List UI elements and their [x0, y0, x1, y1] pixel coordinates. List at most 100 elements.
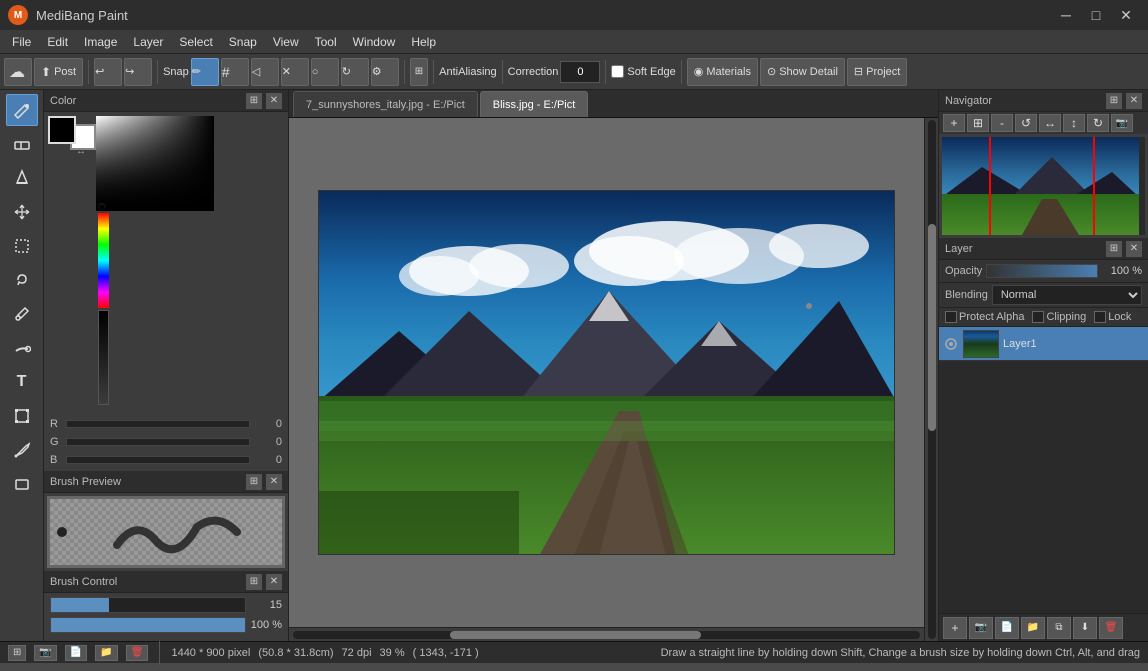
- move-tool[interactable]: [6, 196, 38, 228]
- snap-settings-button[interactable]: ⚙: [371, 58, 399, 86]
- text-tool[interactable]: T: [6, 366, 38, 398]
- clipping-checkbox[interactable]: [1032, 311, 1044, 323]
- layer-panel-popout[interactable]: ⊞: [1106, 241, 1122, 257]
- brush-opacity-slider[interactable]: [50, 617, 246, 633]
- post-button[interactable]: ⬆ Post: [34, 58, 83, 86]
- layer-visibility-layer1[interactable]: [943, 336, 959, 352]
- menu-layer[interactable]: Layer: [125, 33, 171, 51]
- brush-preview-close[interactable]: ✕: [266, 474, 282, 490]
- undo-button[interactable]: ↩: [94, 58, 122, 86]
- nav-rotate-cw[interactable]: ↻: [1087, 114, 1109, 132]
- maximize-button[interactable]: □: [1082, 5, 1110, 25]
- lasso-tool[interactable]: [6, 264, 38, 296]
- fill-tool[interactable]: [6, 162, 38, 194]
- eyedropper-tool[interactable]: [6, 298, 38, 330]
- brush-control-close[interactable]: ✕: [266, 574, 282, 590]
- opacity-slider[interactable]: [986, 264, 1098, 278]
- layer-import-btn[interactable]: 📄: [995, 617, 1019, 639]
- tab-sunnyshores[interactable]: 7_sunnyshores_italy.jpg - E:/Pict: [293, 91, 478, 117]
- nav-flip-h[interactable]: ↔: [1039, 114, 1061, 132]
- status-new-btn[interactable]: ⊞: [8, 645, 26, 661]
- menu-tool[interactable]: Tool: [307, 33, 345, 51]
- snap-circle-button[interactable]: ○: [311, 58, 339, 86]
- show-detail-button[interactable]: ⊙ Show Detail: [760, 58, 845, 86]
- project-button[interactable]: ⊟ Project: [847, 58, 907, 86]
- protect-alpha-checkbox[interactable]: [945, 311, 957, 323]
- brush-size-slider[interactable]: [50, 597, 246, 613]
- nav-screenshot[interactable]: 📷: [1111, 114, 1133, 132]
- nav-reset[interactable]: ↺: [1015, 114, 1037, 132]
- eraser-tool[interactable]: [6, 128, 38, 160]
- layer-folder-btn[interactable]: 📁: [1021, 617, 1045, 639]
- tab-bliss[interactable]: Bliss.jpg - E:/Pict: [480, 91, 589, 117]
- layer-camera-btn[interactable]: 📷: [969, 617, 993, 639]
- menu-select[interactable]: Select: [171, 33, 220, 51]
- nav-zoom-out[interactable]: -: [991, 114, 1013, 132]
- blue-slider[interactable]: [66, 456, 250, 464]
- menu-file[interactable]: File: [4, 33, 39, 51]
- snap-arrow-button[interactable]: ◁: [251, 58, 279, 86]
- select-tool[interactable]: [6, 230, 38, 262]
- vscroll-track[interactable]: [928, 120, 936, 639]
- menu-image[interactable]: Image: [76, 33, 125, 51]
- shape-tool[interactable]: [6, 468, 38, 500]
- brush-tool[interactable]: [6, 94, 38, 126]
- menu-edit[interactable]: Edit: [39, 33, 76, 51]
- layer-panel-close[interactable]: ✕: [1126, 241, 1142, 257]
- menu-help[interactable]: Help: [403, 33, 444, 51]
- navigator-close[interactable]: ✕: [1126, 93, 1142, 109]
- snap-cross-button[interactable]: ✕: [281, 58, 309, 86]
- layer-delete-btn[interactable]: 🗑: [1099, 617, 1123, 639]
- layer-item-layer1[interactable]: Layer1: [939, 327, 1148, 361]
- redo-button[interactable]: ↪: [124, 58, 152, 86]
- snap-rotate-button[interactable]: ↻: [341, 58, 369, 86]
- color-panel-close[interactable]: ✕: [266, 93, 282, 109]
- soft-edge-checkbox[interactable]: [611, 65, 624, 78]
- minimize-button[interactable]: ─: [1052, 5, 1080, 25]
- hscroll-thumb[interactable]: [450, 631, 701, 639]
- swap-colors-icon[interactable]: ↔: [76, 146, 86, 157]
- layer-duplicate-btn[interactable]: ⧉: [1047, 617, 1071, 639]
- lock-checkbox-label[interactable]: Lock: [1094, 311, 1131, 323]
- navigator-thumbnail[interactable]: [942, 137, 1145, 235]
- close-button[interactable]: ✕: [1112, 5, 1140, 25]
- status-capture-btn[interactable]: 📷: [34, 645, 56, 661]
- lock-checkbox[interactable]: [1094, 311, 1106, 323]
- hscroll-track[interactable]: [293, 631, 920, 639]
- blending-select[interactable]: Normal: [992, 285, 1142, 305]
- brush-control-popout[interactable]: ⊞: [246, 574, 262, 590]
- brush-preview-popout[interactable]: ⊞: [246, 474, 262, 490]
- pen-tool[interactable]: [6, 434, 38, 466]
- menu-snap[interactable]: Snap: [221, 33, 265, 51]
- menu-view[interactable]: View: [265, 33, 307, 51]
- canvas-viewport[interactable]: [289, 118, 924, 627]
- color-gradient-picker[interactable]: [96, 116, 214, 211]
- red-slider[interactable]: [66, 420, 250, 428]
- vscroll-thumb[interactable]: [928, 224, 936, 432]
- nav-fit-screen[interactable]: ⊞: [967, 114, 989, 132]
- layer-thumb-button[interactable]: ⊞: [410, 58, 428, 86]
- status-folder-btn[interactable]: 📁: [95, 645, 117, 661]
- status-delete-btn[interactable]: 🗑: [126, 645, 149, 661]
- snap-pen-button[interactable]: ✏: [191, 58, 219, 86]
- layer-merge-btn[interactable]: ⬇: [1073, 617, 1097, 639]
- transform-tool[interactable]: [6, 400, 38, 432]
- soft-edge-checkbox-label[interactable]: Soft Edge: [611, 65, 675, 78]
- alpha-slider[interactable]: [98, 310, 109, 405]
- hue-slider[interactable]: [98, 213, 109, 308]
- smudge-tool[interactable]: [6, 332, 38, 364]
- green-slider[interactable]: [66, 438, 250, 446]
- color-panel-popout[interactable]: ⊞: [246, 93, 262, 109]
- layer-add-btn[interactable]: +: [943, 617, 967, 639]
- nav-flip-v[interactable]: ↕: [1063, 114, 1085, 132]
- status-import-btn[interactable]: 📄: [65, 645, 87, 661]
- protect-alpha-checkbox-label[interactable]: Protect Alpha: [945, 311, 1024, 323]
- clipping-checkbox-label[interactable]: Clipping: [1032, 311, 1086, 323]
- canvas-hscroll[interactable]: [289, 627, 924, 641]
- foreground-color-swatch[interactable]: [48, 116, 76, 144]
- canvas-vscroll[interactable]: [924, 118, 938, 641]
- correction-input[interactable]: [560, 61, 600, 83]
- materials-button[interactable]: ◉ Materials: [687, 58, 758, 86]
- menu-window[interactable]: Window: [345, 33, 404, 51]
- snap-grid-button[interactable]: #: [221, 58, 249, 86]
